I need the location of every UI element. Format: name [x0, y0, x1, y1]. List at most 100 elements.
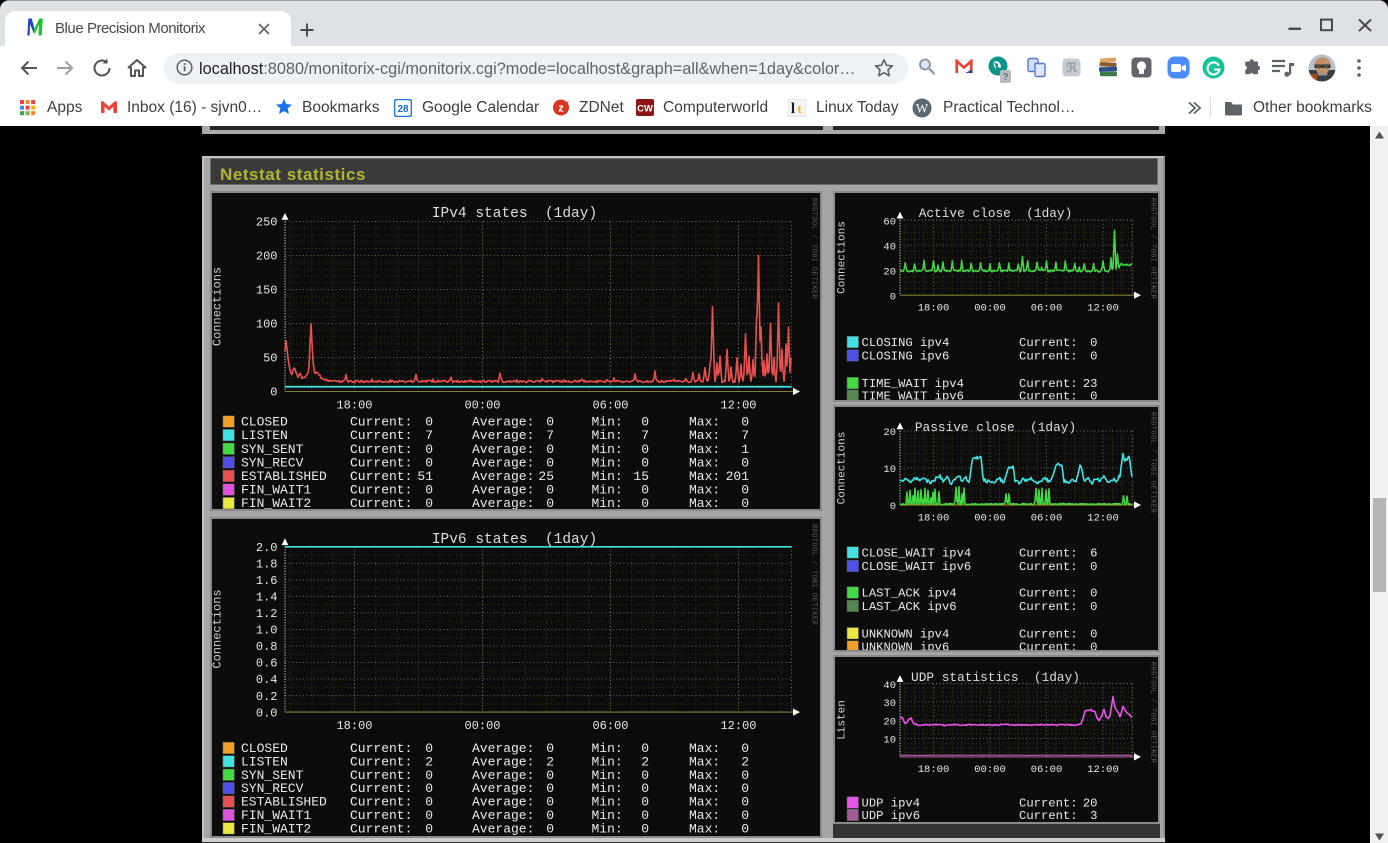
svg-text:Current:: Current: — [1019, 560, 1078, 574]
svg-text:0: 0 — [889, 291, 895, 303]
svg-text:12:00: 12:00 — [720, 399, 756, 413]
svg-text:RRDTOOL / TOBI OETIKER: RRDTOOL / TOBI OETIKER — [1148, 412, 1156, 514]
svg-text:0: 0 — [889, 501, 895, 513]
svg-text:20: 20 — [883, 427, 896, 439]
svg-text:06:00: 06:00 — [1030, 764, 1062, 776]
svg-text:06:00: 06:00 — [1030, 513, 1062, 525]
svg-text:20: 20 — [883, 266, 896, 278]
svg-text:0: 0 — [1090, 349, 1097, 363]
svg-text:06:00: 06:00 — [592, 719, 628, 733]
svg-text:00:00: 00:00 — [464, 719, 500, 733]
svg-text:CLOSE_WAIT ipv4: CLOSE_WAIT ipv4 — [861, 547, 971, 561]
svg-text:18:00: 18:00 — [917, 513, 949, 525]
svg-text:IPv4 states (1day): IPv4 states (1day) — [431, 206, 596, 222]
svg-text:z: z — [558, 103, 564, 115]
svg-text:30: 30 — [883, 698, 896, 710]
svg-text:20: 20 — [883, 717, 896, 729]
svg-text:00:00: 00:00 — [464, 399, 500, 413]
svg-text:0: 0 — [1090, 600, 1097, 614]
svg-text:Current:: Current: — [1019, 809, 1078, 822]
svg-text:0: 0 — [741, 496, 749, 509]
svg-text:0.8: 0.8 — [255, 640, 277, 654]
svg-text:CW: CW — [637, 104, 653, 115]
svg-text:0: 0 — [641, 496, 649, 509]
svg-text:00:00: 00:00 — [974, 513, 1006, 525]
svg-text:0: 0 — [546, 821, 554, 836]
svg-text:0: 0 — [1090, 336, 1097, 350]
svg-text:Current:: Current: — [350, 821, 412, 836]
svg-text:100: 100 — [255, 318, 277, 332]
svg-text:Current:: Current: — [1019, 547, 1078, 561]
svg-text:CLOSE_WAIT ipv6: CLOSE_WAIT ipv6 — [861, 560, 971, 574]
svg-text:Current:: Current: — [1019, 336, 1078, 350]
svg-text:12:00: 12:00 — [1087, 764, 1119, 776]
svg-text:0: 0 — [425, 821, 433, 836]
svg-text:06:00: 06:00 — [1030, 302, 1062, 314]
svg-text:FIN_WAIT2: FIN_WAIT2 — [241, 496, 311, 509]
svg-text:Current:: Current: — [1019, 600, 1078, 614]
svg-text:3: 3 — [1090, 809, 1097, 822]
svg-text:1.4: 1.4 — [255, 590, 277, 604]
svg-text:40: 40 — [883, 680, 896, 692]
svg-text:200: 200 — [255, 250, 277, 264]
svg-text:0: 0 — [741, 821, 749, 836]
svg-text:0: 0 — [425, 496, 433, 509]
svg-text:0: 0 — [546, 496, 554, 509]
svg-text:18:00: 18:00 — [917, 764, 949, 776]
svg-text:2.0: 2.0 — [255, 541, 277, 555]
svg-text:Connections: Connections — [212, 267, 225, 346]
svg-text:0: 0 — [1090, 627, 1097, 641]
svg-text:18:00: 18:00 — [336, 719, 372, 733]
svg-text:6: 6 — [1090, 547, 1097, 561]
svg-text:Connections: Connections — [212, 589, 225, 668]
svg-text:FIN_WAIT2: FIN_WAIT2 — [241, 821, 311, 836]
svg-text:Min:: Min: — [591, 821, 622, 836]
svg-text:0: 0 — [1090, 389, 1097, 399]
svg-text:UNKNOWN ipv4: UNKNOWN ipv4 — [861, 627, 949, 641]
svg-text:TIME_WAIT ipv6: TIME_WAIT ipv6 — [861, 389, 963, 399]
svg-text:00:00: 00:00 — [974, 302, 1006, 314]
svg-text:UDP ipv6: UDP ipv6 — [861, 809, 920, 822]
svg-text:10: 10 — [883, 735, 896, 747]
svg-text:Current:: Current: — [1019, 349, 1078, 363]
svg-text:Average:: Average: — [472, 821, 534, 836]
svg-text:Current:: Current: — [1019, 627, 1078, 641]
svg-text:0: 0 — [1090, 587, 1097, 601]
svg-text:1.0: 1.0 — [255, 623, 277, 637]
svg-text:Current:: Current: — [1019, 641, 1078, 650]
svg-text:0: 0 — [641, 821, 649, 836]
svg-text:Listen: Listen — [836, 700, 848, 740]
svg-text:CLOSING ipv6: CLOSING ipv6 — [861, 349, 949, 363]
svg-text:RRDTOOL / TOBI OETIKER: RRDTOOL / TOBI OETIKER — [809, 524, 817, 626]
svg-text:Max:: Max: — [689, 496, 720, 509]
svg-text:Average:: Average: — [472, 496, 534, 509]
svg-text:00:00: 00:00 — [974, 764, 1006, 776]
svg-text:Current:: Current: — [1019, 389, 1078, 399]
svg-text:Connections: Connections — [836, 221, 848, 294]
svg-text:LAST_ACK ipv4: LAST_ACK ipv4 — [861, 587, 956, 601]
svg-text:0.2: 0.2 — [255, 689, 277, 703]
svg-text:UNKNOWN ipv6: UNKNOWN ipv6 — [861, 641, 949, 650]
svg-text:28: 28 — [397, 104, 409, 115]
svg-text:0.6: 0.6 — [255, 656, 277, 670]
svg-text:W: W — [916, 101, 929, 116]
svg-text:12:00: 12:00 — [1087, 302, 1119, 314]
svg-text:0: 0 — [1090, 641, 1097, 650]
svg-text:0: 0 — [270, 386, 277, 400]
svg-text:60: 60 — [883, 216, 896, 228]
svg-text:1.8: 1.8 — [255, 557, 277, 571]
svg-text:Active close (1day): Active close (1day) — [918, 206, 1072, 221]
svg-text:40: 40 — [883, 241, 896, 253]
svg-text:0: 0 — [1090, 560, 1097, 574]
svg-text:l: l — [791, 101, 795, 117]
svg-text:Max:: Max: — [689, 821, 720, 836]
svg-text:LAST_ACK ipv6: LAST_ACK ipv6 — [861, 600, 956, 614]
svg-text:10: 10 — [883, 464, 896, 476]
svg-text:06:00: 06:00 — [592, 399, 628, 413]
svg-text:Connections: Connections — [836, 432, 848, 505]
svg-text:?: ? — [1002, 72, 1008, 83]
svg-text:150: 150 — [255, 284, 277, 298]
svg-text:UDP statistics (1day): UDP statistics (1day) — [911, 670, 1080, 685]
svg-text:Min:: Min: — [591, 496, 622, 509]
svg-text:18:00: 18:00 — [917, 302, 949, 314]
